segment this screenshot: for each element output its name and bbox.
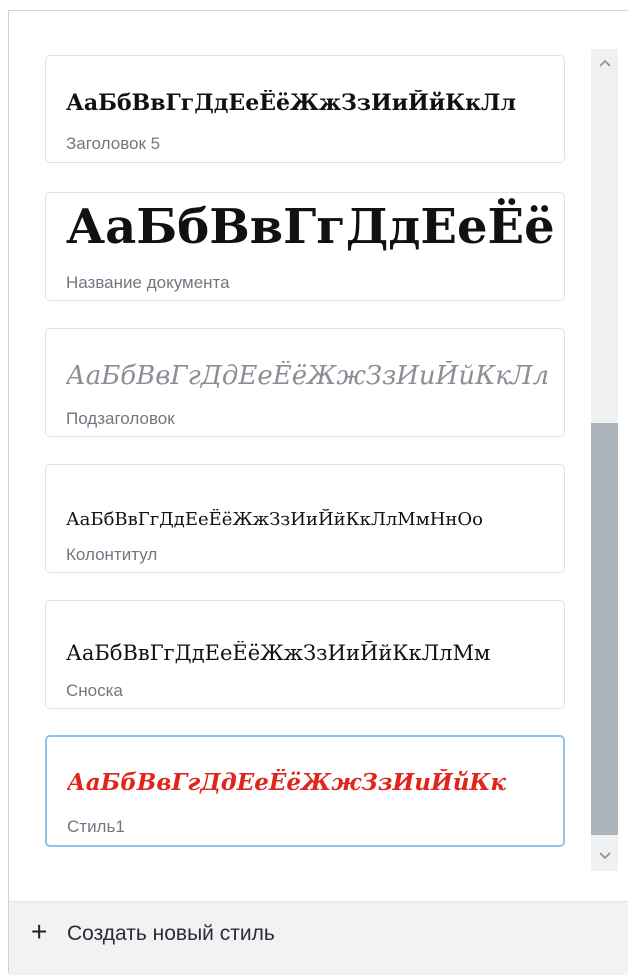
scrollbar-thumb[interactable] bbox=[591, 423, 618, 835]
style-card-heading-5[interactable]: АаБбВвГгДдЕеЁёЖжЗзИиЙйКкЛл Заголовок 5 bbox=[45, 55, 565, 163]
style-card-document-title[interactable]: АаБбВвГгДдЕеЁё Название документа bbox=[45, 192, 565, 301]
style-preview: АаБбВвГгДдЕеЁёЖжЗзИиЙйКкЛлМмНнОо bbox=[66, 509, 483, 530]
style-card-footnote[interactable]: АаБбВвГгДдЕеЁёЖжЗзИиЙйКкЛлМм Сноска bbox=[45, 600, 565, 709]
style-name: Подзаголовок bbox=[66, 409, 175, 428]
style-preview: АаБбВвГгДдЕеЁё bbox=[66, 199, 555, 255]
style-preview: АаБбВвГгДдЕеЁёЖжЗзИиЙйКкЛлМм bbox=[66, 641, 491, 665]
style-preview: АаБбВвГгДдЕеЁёЖжЗзИиЙйКкЛл bbox=[66, 90, 517, 116]
style-card-custom-1[interactable]: АаБбВвГгДдЕеЁёЖжЗзИиЙйКк Стиль1 bbox=[45, 735, 565, 847]
chevron-down-icon[interactable] bbox=[591, 843, 618, 867]
style-preview: АаБбВвГгДдЕеЁёЖжЗзИиЙйКк bbox=[67, 769, 506, 796]
scrollbar[interactable] bbox=[591, 49, 618, 871]
style-name: Стиль1 bbox=[67, 817, 125, 836]
style-preview: АаБбВвГгДдЕеЁёЖжЗзИиЙйКкЛл bbox=[66, 361, 549, 391]
create-style-label: Создать новый стиль bbox=[67, 922, 275, 945]
plus-icon: + bbox=[31, 916, 48, 947]
styles-list: АаБбВвГгДдЕеЁёЖжЗзИиЙйКкЛл Заголовок 5 А… bbox=[9, 11, 591, 891]
style-card-subtitle[interactable]: АаБбВвГгДдЕеЁёЖжЗзИиЙйКкЛл Подзаголовок bbox=[45, 328, 565, 437]
styles-panel: АаБбВвГгДдЕеЁёЖжЗзИиЙйКкЛл Заголовок 5 А… bbox=[8, 10, 628, 975]
create-style-button[interactable]: + Создать новый стиль bbox=[9, 901, 628, 975]
style-name: Заголовок 5 bbox=[66, 134, 161, 153]
style-name: Название документа bbox=[66, 273, 230, 292]
style-name: Колонтитул bbox=[66, 545, 158, 564]
chevron-up-icon[interactable] bbox=[591, 51, 618, 75]
style-card-header-footer[interactable]: АаБбВвГгДдЕеЁёЖжЗзИиЙйКкЛлМмНнОо Колонти… bbox=[45, 464, 565, 573]
style-name: Сноска bbox=[66, 681, 123, 700]
